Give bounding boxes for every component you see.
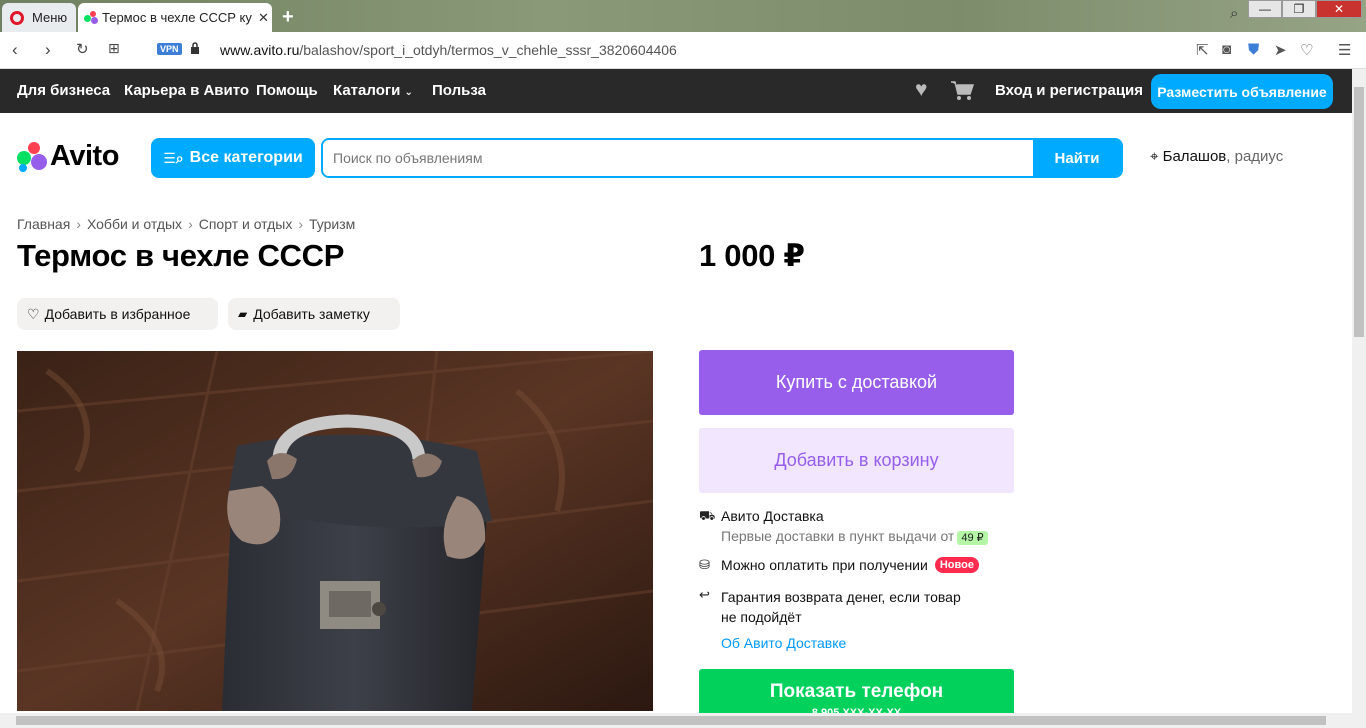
chevron-right-icon: ›: [188, 216, 193, 232]
pay-on-receipt-text: Можно оплатить при получении: [721, 557, 928, 573]
breadcrumb-item[interactable]: Главная: [17, 216, 70, 232]
add-note-button[interactable]: ▰ Добавить заметку: [228, 298, 400, 330]
send-icon[interactable]: ➤: [1274, 41, 1287, 59]
refund-guarantee-info: ↩ Гарантия возврата денег, если товар не…: [699, 587, 961, 627]
browser-tab-bar: Меню Термос в чехле СССР купить ✕ + ⌕ — …: [0, 0, 1366, 32]
opera-menu-tab[interactable]: Меню: [2, 3, 76, 32]
speed-dial-icon[interactable]: ⊞: [108, 40, 120, 57]
delivery-price-badge: 49 ₽: [957, 531, 988, 545]
location-radius: , радиус: [1226, 148, 1284, 165]
refund-line-1: Гарантия возврата денег, если товар: [721, 589, 961, 605]
search-input[interactable]: [323, 140, 1033, 176]
truck-icon: ⛟: [699, 508, 716, 523]
lock-icon: [191, 42, 199, 54]
logo-text: Avito: [50, 140, 119, 172]
breadcrumb: Главная › Хобби и отдых › Спорт и отдых …: [17, 216, 355, 232]
delivery-subtitle: Первые доставки в пункт выдачи от: [721, 528, 955, 544]
coins-icon: ⛁: [699, 557, 710, 572]
buy-with-delivery-button[interactable]: Купить с доставкой: [699, 350, 1014, 415]
vertical-scroll-thumb[interactable]: [1354, 87, 1364, 337]
active-tab-title: Термос в чехле СССР купить: [102, 10, 252, 25]
forward-icon[interactable]: ›: [45, 40, 51, 60]
new-tab-button[interactable]: +: [282, 6, 294, 29]
horizontal-scroll-thumb[interactable]: [16, 716, 1326, 725]
vertical-scrollbar[interactable]: [1352, 69, 1366, 713]
breadcrumb-item[interactable]: Спорт и отдых: [199, 216, 293, 232]
add-favorite-button[interactable]: ♡ Добавить в избранное: [17, 298, 218, 330]
avito-favicon-icon: [84, 10, 98, 25]
delivery-title: Авито Доставка: [721, 508, 824, 524]
listing-photo[interactable]: [17, 351, 653, 711]
minimize-button[interactable]: —: [1248, 0, 1282, 18]
categories-search-icon: ☰⌕: [163, 149, 184, 166]
chevron-right-icon: ›: [76, 216, 81, 232]
login-link[interactable]: Вход и регистрация: [995, 82, 1143, 99]
back-icon[interactable]: ‹: [12, 40, 18, 60]
location-selector[interactable]: ⌖ Балашов, радиус: [1150, 148, 1283, 165]
share-icon[interactable]: ⇱: [1196, 41, 1209, 59]
note-icon: ▰: [238, 307, 248, 321]
vpn-badge[interactable]: VPN: [157, 43, 182, 55]
reload-icon[interactable]: ↻: [76, 40, 89, 58]
all-categories-button[interactable]: ☰⌕ Все категории: [151, 138, 315, 178]
return-arrow-icon: ↩: [699, 587, 710, 602]
refund-line-2: не подойдёт: [721, 609, 802, 625]
new-badge: Новое: [934, 557, 979, 573]
breadcrumb-item[interactable]: Хобби и отдых: [87, 216, 182, 232]
breadcrumb-item[interactable]: Туризм: [309, 216, 355, 232]
nav-catalogs[interactable]: Каталоги ⌄: [333, 82, 413, 99]
easy-setup-icon[interactable]: ☰: [1338, 41, 1351, 59]
tab-search-icon[interactable]: ⌕: [1230, 5, 1238, 22]
maximize-button[interactable]: ❐: [1282, 0, 1316, 18]
camera-icon[interactable]: ◙: [1222, 41, 1231, 58]
favorites-heart-icon[interactable]: ♥: [915, 78, 927, 102]
url-field[interactable]: www.avito.ru/balashov/sport_i_otdyh/term…: [220, 42, 677, 58]
nav-help[interactable]: Помощь: [256, 82, 318, 99]
location-pin-icon: ⌖: [1150, 148, 1159, 165]
opera-logo-icon: [10, 10, 24, 25]
address-bar: ‹ › ↻ ⊞ VPN www.avito.ru/balashov/sport_…: [0, 32, 1366, 69]
listing-price: 1 000 ₽: [699, 238, 805, 273]
pay-on-receipt-info: ⛁ Можно оплатить при получении Новое: [699, 557, 979, 573]
heart-outline-icon: ♡: [27, 305, 40, 322]
cart-icon[interactable]: [950, 80, 974, 102]
menu-tab-label: Меню: [32, 10, 68, 25]
chevron-right-icon: ›: [298, 216, 304, 232]
show-phone-label: Показать телефон: [769, 681, 944, 702]
thermos-photo-image: [17, 351, 653, 711]
site-top-nav: Для бизнеса Карьера в Авито Помощь Катал…: [0, 69, 1352, 113]
close-window-button[interactable]: ✕: [1316, 0, 1362, 18]
nav-career[interactable]: Карьера в Авито: [124, 82, 249, 99]
nav-business[interactable]: Для бизнеса: [17, 82, 110, 99]
location-city: Балашов: [1162, 148, 1227, 165]
search-button[interactable]: Найти: [1033, 140, 1121, 176]
search-bar: Найти: [321, 138, 1123, 178]
avito-logo[interactable]: Avito: [17, 140, 119, 173]
add-to-cart-button[interactable]: Добавить в корзину: [699, 428, 1014, 493]
nav-benefit[interactable]: Польза: [432, 82, 486, 99]
close-tab-icon[interactable]: ✕: [258, 10, 269, 26]
horizontal-scrollbar[interactable]: [0, 713, 1366, 728]
avito-logo-icon: [17, 141, 47, 172]
listing-title: Термос в чехле СССР: [17, 238, 345, 273]
active-tab[interactable]: Термос в чехле СССР купить ✕: [78, 3, 272, 32]
post-ad-button[interactable]: Разместить объявление: [1151, 74, 1333, 109]
heart-icon[interactable]: ♡: [1300, 41, 1313, 59]
window-controls: — ❐ ✕: [1248, 0, 1362, 22]
chevron-down-icon: ⌄: [404, 87, 413, 98]
delivery-info: ⛟ Авито Доставка Первые доставки в пункт…: [699, 508, 988, 545]
adblock-shield-icon[interactable]: ⛊: [1248, 41, 1259, 58]
about-delivery-link[interactable]: Об Авито Доставке: [721, 635, 846, 651]
